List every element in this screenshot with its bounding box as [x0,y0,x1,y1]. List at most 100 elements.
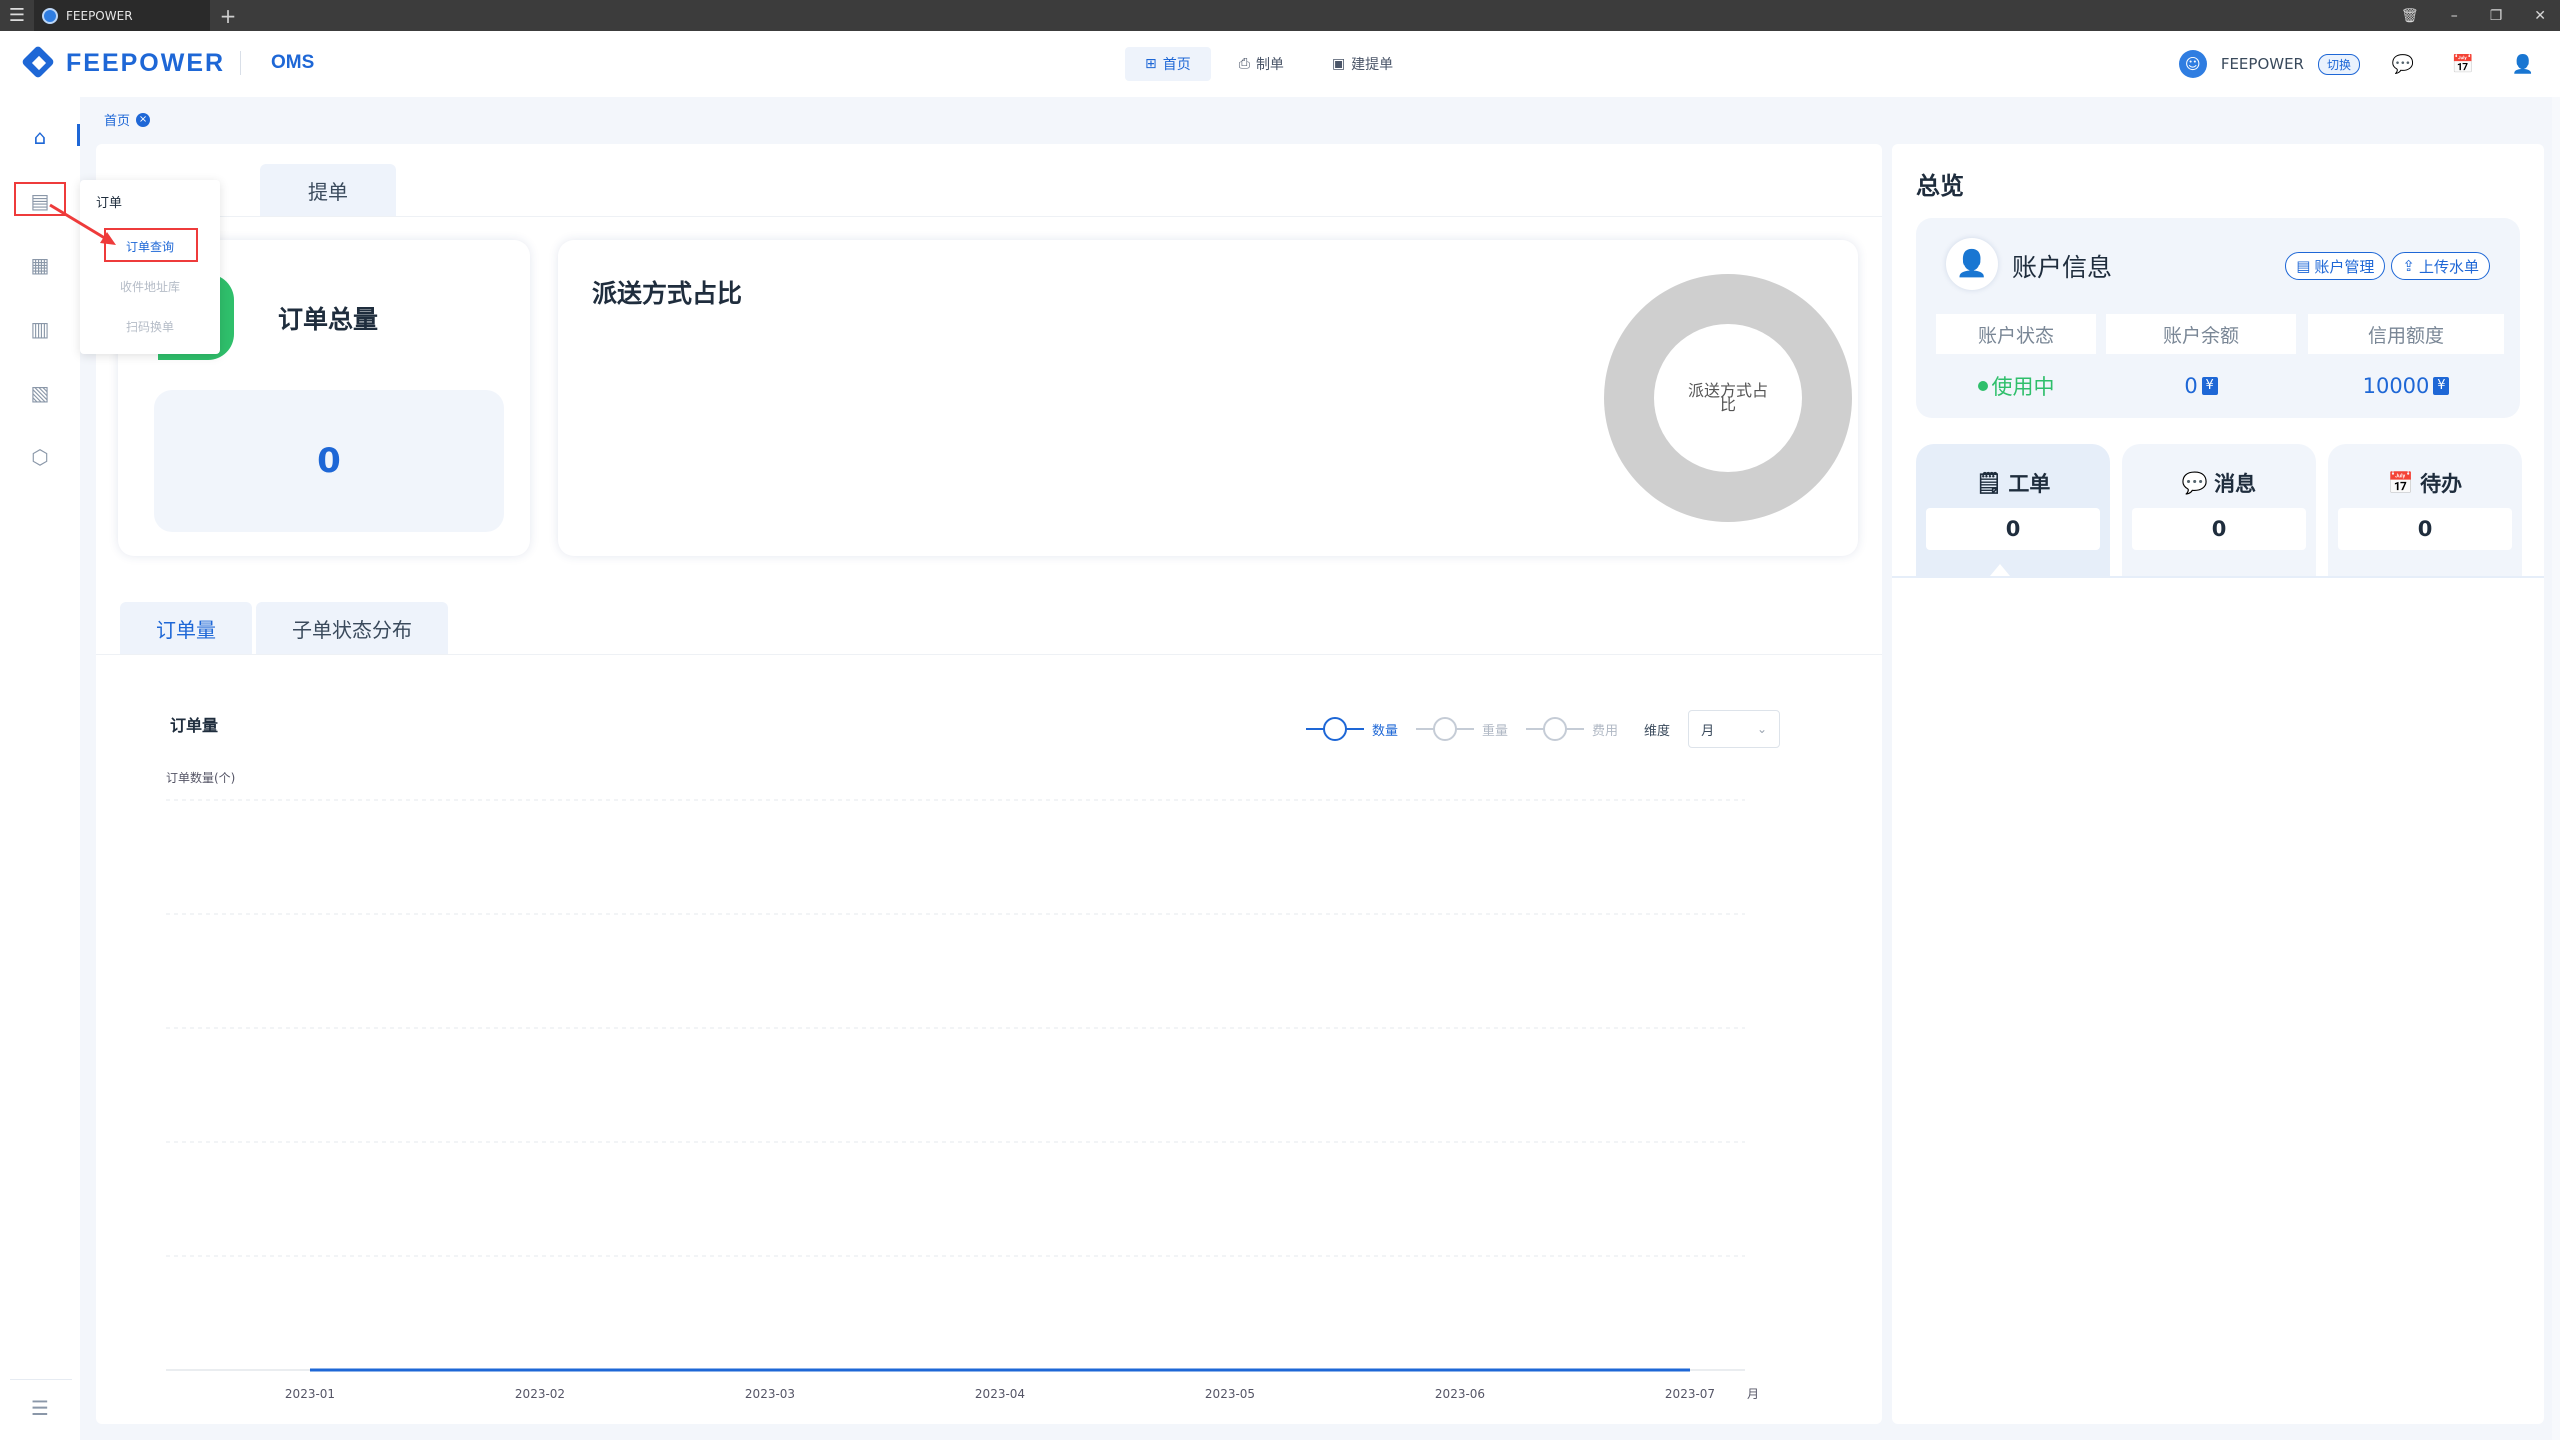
status-dot-icon [1977,381,1988,391]
sidebar-divider [10,1379,72,1380]
upload-receipt-label: 上传水单 [2418,257,2479,276]
x-tick-label: 2023-06 [1435,1387,1485,1401]
message-icon[interactable]: 💬 [2386,47,2420,81]
page-scrollbar[interactable] [2552,97,2560,1440]
app-header: FEEPOWER OMS ⊞ 首页 ⎙ 制单 ▣ 建提单 ☺ FEEPOWER … [0,31,2560,97]
order-volume-chart: 订单数量(个)00.20.40.60.812023-012023-022023-… [166,770,1759,1401]
annotation-arrow [49,203,116,245]
user-avatar-icon[interactable]: ☺ [2178,50,2207,78]
user-icon[interactable]: 👤 [2506,47,2540,81]
donut-center-label: 派送方式占比 [1654,324,1802,472]
account-info-card: 👤 账户信息 ▤ 账户管理 ⇪ 上传水单 账户状态 账户余额 信用额度 使用中 … [1916,218,2520,418]
yen-icon: ¥ [2433,377,2450,395]
user-name: FEEPOWER [2220,55,2304,73]
legend-quantity[interactable]: 数量 [1306,717,1398,741]
search-doc-icon[interactable]: ▧ [22,375,58,411]
x-tick-label: 2023-03 [745,1387,795,1401]
donut-chart[interactable]: 派送方式占比 [1604,274,1852,522]
chart-tabs-divider [96,654,1882,655]
message-title: 💬 消息 [2122,468,2316,498]
workorder-count: 0 [1926,508,2100,550]
settings-hex-icon[interactable]: ⬡ [22,439,58,475]
todo-title: 📅 待办 [2328,468,2522,498]
legend-weight[interactable]: 重量 [1416,717,1508,741]
order-total-value: 0 [154,390,504,532]
balance-header: 账户余额 [2106,314,2296,354]
dimension-label: 维度 [1644,723,1671,739]
status-header: 账户状态 [1936,314,2096,354]
legend-fee[interactable]: 费用 [1526,717,1618,741]
dimension-select[interactable]: 月 ⌄ [1688,710,1781,748]
x-tick-label: 2023-01 [285,1387,335,1401]
workorder-title: 🗒 工单 [1916,468,2110,498]
dimension-value: 月 [1701,723,1715,739]
legend-weight-label: 重量 [1482,723,1509,739]
nav-home[interactable]: ⊞ 首页 [1125,47,1211,81]
minimize-button[interactable]: – [2451,8,2458,24]
account-manage-label: 账户管理 [2314,257,2375,276]
nav-home-label: 首页 [1162,57,1191,73]
cards-divider [1892,576,2544,578]
chart-tabs: 订单量 子单状态分布 [120,602,448,654]
yen-icon: ¥ [2201,377,2218,395]
finance-doc-icon[interactable]: ▥ [22,311,58,347]
toggle-weight-icon [1416,717,1475,741]
top-navigation: ⊞ 首页 ⎙ 制单 ▣ 建提单 [1125,47,1413,81]
close-window-button[interactable]: ✕ [2534,8,2546,24]
nav-create-order[interactable]: ⎙ 制单 [1219,47,1304,81]
y-axis-label: 订单数量(个) [166,770,235,785]
logo-divider [240,51,241,75]
overview-title: 总览 [1916,172,1964,200]
restore-button[interactable]: ❐ [2490,8,2503,24]
workorder-card[interactable]: 🗒 工单 0 [1916,444,2110,578]
toggle-fee-icon [1526,717,1585,741]
app-name: OMS [271,52,315,73]
x-axis-label: 月 [1747,1387,1759,1401]
upload-icon: ⇪ [2402,257,2415,275]
nav-create-bill-label: 建提单 [1351,57,1394,73]
nav-create-order-label: 制单 [1255,57,1284,73]
calendar-check-icon: 📅 [2387,470,2415,495]
calendar-icon[interactable]: 📅 [2446,47,2480,81]
legend-quantity-label: 数量 [1372,723,1399,739]
account-user-icon: 👤 [1946,238,1998,290]
message-icon: 💬 [2181,470,2209,495]
todo-card[interactable]: 📅 待办 0 [2328,444,2522,578]
switch-account-button[interactable]: 切换 [2317,53,2360,75]
left-sidebar: ⌂ ▤ ▦ ▥ ▧ ⬡ ☰ [0,97,80,1440]
todo-count: 0 [2338,508,2512,550]
trash-icon[interactable]: 🗑 [2401,8,2419,24]
add-doc-icon: ▣ [1331,56,1346,72]
collapse-menu-icon[interactable]: ☰ [22,1390,58,1426]
menu-item-scan-relabel[interactable]: 扫码换单 [80,318,220,335]
message-count: 0 [2132,508,2306,550]
person-doc-icon: ⎙ [1238,56,1250,72]
doc-icon: ▤ [2296,257,2311,275]
main-panel: 订单 提单 订单总量 0 派送方式占比 派送方式占比 订单量 子单状态分布 订单… [96,144,1882,1424]
credit-limit-value: 10000 ¥ [2308,368,2504,404]
new-tab-button[interactable]: + [210,4,246,28]
overview-panel: 总览 👤 账户信息 ▤ 账户管理 ⇪ 上传水单 账户状态 账户余额 信用额度 使… [1892,144,2544,1424]
chart-title: 订单量 [170,716,219,735]
tabs-divider [96,216,1882,217]
delivery-distribution-card: 派送方式占比 派送方式占比 [558,240,1858,556]
active-card-pointer [1990,564,2010,576]
tab-order-volume[interactable]: 订单量 [120,602,252,654]
account-status-text: 使用中 [1991,375,2055,399]
credit-header: 信用额度 [2308,314,2504,354]
x-tick-label: 2023-02 [515,1387,565,1401]
tab-substatus[interactable]: 子单状态分布 [256,602,448,654]
menu-item-address-book[interactable]: 收件地址库 [80,278,220,295]
upload-receipt-button[interactable]: ⇪ 上传水单 [2391,252,2490,280]
message-label: 消息 [2214,472,2257,496]
message-card[interactable]: 💬 消息 0 [2122,444,2316,578]
account-manage-button[interactable]: ▤ 账户管理 [2285,252,2386,280]
nav-create-bill[interactable]: ▣ 建提单 [1312,47,1413,81]
ticket-icon: 🗒 [1975,470,2003,495]
tab-bill[interactable]: 提单 [260,164,396,216]
chevron-down-icon: ⌄ [1757,722,1768,736]
account-status-value: 使用中 [1936,368,2096,404]
workorder-label: 工单 [2008,472,2051,496]
x-tick-label: 2023-04 [975,1387,1025,1401]
account-balance-text: 0 [2184,374,2198,398]
